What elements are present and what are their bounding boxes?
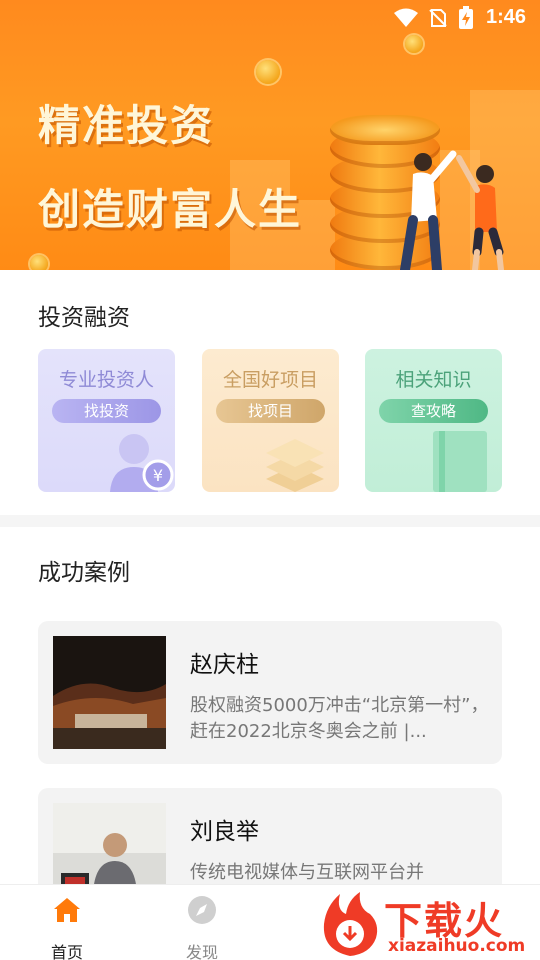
card-title: 全国好项目 <box>222 369 318 391</box>
view-guide-button[interactable]: 查攻略 <box>379 399 488 423</box>
nav-label-discover: 发现 <box>185 943 218 960</box>
section-title: 投资融资 <box>38 305 130 331</box>
investor-card[interactable]: 专业投资人 找投资 ¥ <box>38 349 175 492</box>
battery-charging-icon <box>459 6 473 29</box>
case-person-name: 刘良举 <box>190 819 259 845</box>
case-person-name: 赵庆柱 <box>190 652 259 678</box>
svg-text:¥: ¥ <box>153 466 163 485</box>
status-bar: 1:46 <box>0 0 540 36</box>
flame-logo-icon <box>323 892 378 956</box>
nav-label-home: 首页 <box>50 943 83 960</box>
banner-subheadline: 创造财富人生 <box>38 185 303 234</box>
clock: 1:46 <box>485 6 526 28</box>
investor-person-icon: ¥ <box>110 434 174 492</box>
people-high-five-illustration <box>400 150 504 270</box>
case-thumbnail <box>53 636 166 749</box>
nav-item-home[interactable]: 首页 <box>22 885 112 960</box>
book-icon <box>433 431 487 492</box>
layers-icon <box>266 439 324 492</box>
watermark-url: xiazaihuo.com <box>388 936 526 956</box>
hero-banner[interactable]: 精准投资 创造财富人生 1:46 <box>0 0 540 270</box>
case-item[interactable]: 赵庆柱 股权融资5000万冲击“北京第一村”，赶在2022北京冬奥会之前 |..… <box>38 621 502 764</box>
case-description: 股权融资5000万冲击“北京第一村”，赶在2022北京冬奥会之前 |... <box>190 695 489 742</box>
case-description: 传统电视媒体与互联网平台并 <box>190 862 424 883</box>
card-title: 专业投资人 <box>58 369 154 391</box>
card-title: 相关知识 <box>395 369 472 391</box>
project-card[interactable]: 全国好项目 找项目 <box>202 349 339 492</box>
nav-item-discover[interactable]: 发现 <box>157 885 247 960</box>
coin-icon <box>30 255 48 270</box>
find-project-button[interactable]: 找项目 <box>216 399 325 423</box>
watermark-logo: 下载火 xiazaihuo.com <box>318 888 540 960</box>
home-icon <box>54 898 80 922</box>
banner-headline: 精准投资 <box>38 101 215 150</box>
no-sim-icon <box>429 9 447 27</box>
knowledge-card[interactable]: 相关知识 查攻略 <box>365 349 502 492</box>
coin-icon <box>405 35 423 53</box>
wifi-icon <box>394 8 418 27</box>
section-title: 成功案例 <box>38 560 130 586</box>
compass-icon <box>188 896 216 924</box>
find-investment-button[interactable]: 找投资 <box>52 399 161 423</box>
coin-icon <box>256 60 280 84</box>
